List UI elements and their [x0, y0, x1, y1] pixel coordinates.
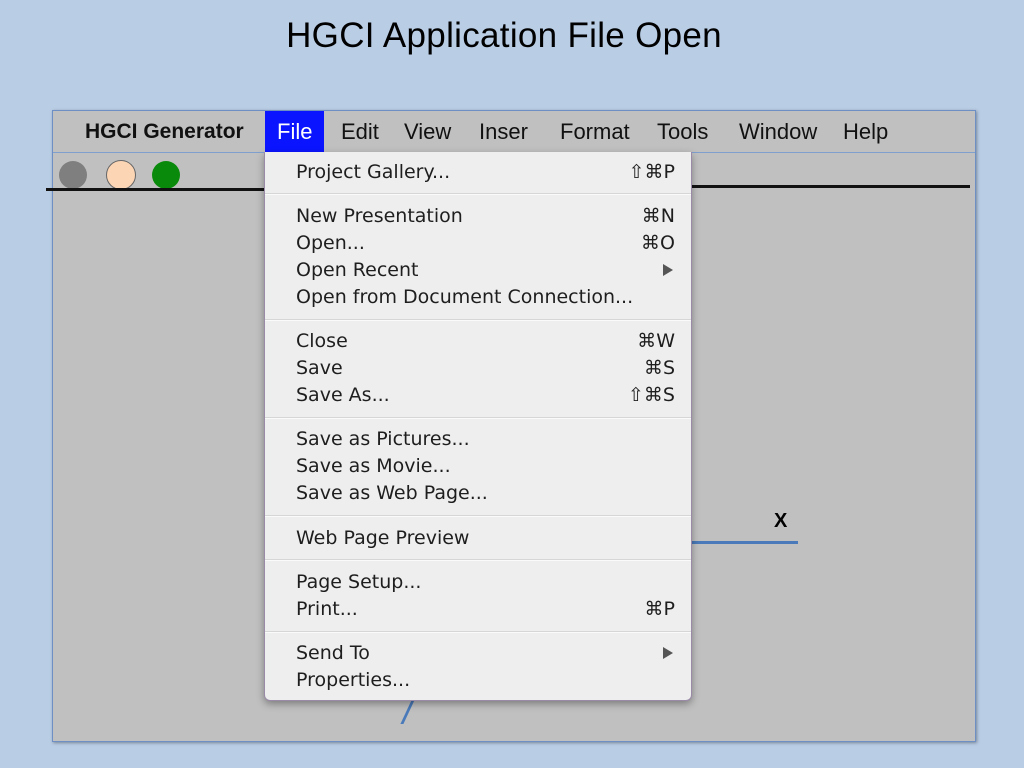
x-axis-line: [692, 541, 798, 544]
menu-app-name[interactable]: HGCI Generator: [73, 111, 256, 152]
menu-separator: [265, 559, 691, 561]
slide-title: HGCI Application File Open: [286, 16, 722, 55]
menu-edit[interactable]: Edit: [329, 111, 391, 152]
menu-help[interactable]: Help: [831, 111, 900, 152]
menu-separator: [265, 417, 691, 419]
menu-tools[interactable]: Tools: [645, 111, 720, 152]
menu-item-project-gallery[interactable]: Project Gallery... ⇧⌘P: [296, 159, 675, 185]
menu-bar: HGCI Generator File Edit View Inser Form…: [53, 111, 975, 153]
menu-item-send-to[interactable]: Send To: [296, 640, 675, 666]
menu-insert[interactable]: Inser: [467, 111, 540, 152]
menu-item-save-as[interactable]: Save As... ⇧⌘S: [296, 382, 675, 408]
menu-separator: [265, 631, 691, 633]
menu-separator: [265, 319, 691, 321]
menu-item-save-as-pictures[interactable]: Save as Pictures...: [296, 426, 675, 452]
menu-view[interactable]: View: [392, 111, 463, 152]
file-menu-dropdown: Project Gallery... ⇧⌘P New Presentation …: [264, 152, 692, 701]
menu-item-open-recent[interactable]: Open Recent: [296, 257, 675, 283]
menu-separator: [265, 515, 691, 517]
menu-item-close[interactable]: Close ⌘W: [296, 328, 675, 354]
menu-window[interactable]: Window: [727, 111, 829, 152]
menu-item-web-page-preview[interactable]: Web Page Preview: [296, 525, 675, 551]
peach-button-icon[interactable]: [106, 160, 136, 190]
submenu-arrow-icon: [663, 647, 673, 659]
menu-item-save-as-movie[interactable]: Save as Movie...: [296, 453, 675, 479]
menu-item-properties[interactable]: Properties...: [296, 667, 675, 693]
x-axis-label: X: [774, 510, 788, 532]
menu-item-page-setup[interactable]: Page Setup...: [296, 569, 675, 595]
green-button-icon[interactable]: [152, 161, 180, 189]
menu-item-open-from-document-connection[interactable]: Open from Document Connection...: [296, 284, 675, 310]
toolbar-divider-left: [46, 188, 266, 191]
menu-item-new-presentation[interactable]: New Presentation ⌘N: [296, 203, 675, 229]
menu-file[interactable]: File: [265, 111, 325, 152]
toolbar-divider-right: [690, 185, 970, 188]
menu-item-open[interactable]: Open... ⌘O: [296, 230, 675, 256]
submenu-arrow-icon: [663, 264, 673, 276]
menu-item-print[interactable]: Print... ⌘P: [296, 596, 675, 622]
menu-separator: [265, 193, 691, 195]
grey-button-icon[interactable]: [59, 161, 87, 189]
menu-format[interactable]: Format: [548, 111, 642, 152]
menu-item-save-as-web-page[interactable]: Save as Web Page...: [296, 480, 675, 506]
menu-item-save[interactable]: Save ⌘S: [296, 355, 675, 381]
